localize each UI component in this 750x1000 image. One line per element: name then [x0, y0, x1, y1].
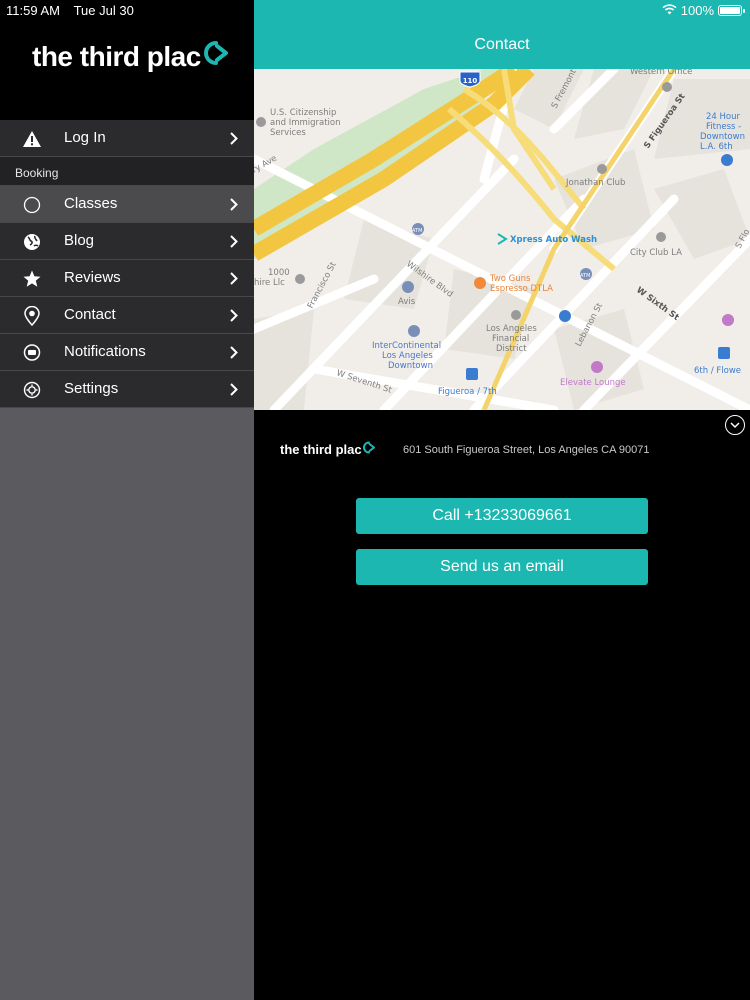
battery-percent: 100% — [680, 3, 714, 18]
sidebar: the third plac Log In Booking Classes Bl… — [0, 0, 254, 1000]
warning-icon — [22, 129, 42, 149]
svg-text:6th / Flowe: 6th / Flowe — [694, 366, 741, 376]
svg-text:110: 110 — [463, 77, 478, 85]
collapse-button[interactable] — [725, 415, 745, 435]
svg-text:Elevate Lounge: Elevate Lounge — [560, 378, 626, 388]
svg-text:hire Llc: hire Llc — [254, 278, 285, 288]
contact-address: 601 South Figueroa Street, Los Angeles C… — [403, 444, 650, 456]
sidebar-item-label: Contact — [64, 306, 116, 323]
svg-text:ATM: ATM — [580, 273, 590, 279]
chevron-down-icon — [730, 416, 740, 434]
email-button[interactable]: Send us an email — [356, 549, 648, 585]
sidebar-item-label: Blog — [64, 232, 95, 249]
status-date: Tue Jul 30 — [73, 3, 134, 18]
battery-level — [720, 7, 740, 14]
chevron-right-icon — [230, 309, 238, 327]
globe-icon — [22, 232, 42, 252]
svg-text:Avis: Avis — [398, 297, 416, 307]
status-right: 100% — [662, 3, 745, 18]
brand-logo-text: the third plac — [32, 40, 201, 72]
chevron-right-icon — [230, 132, 238, 150]
battery-icon — [718, 5, 745, 16]
main-content: Contact 110 U.S. Citizenship and Immigra… — [254, 0, 750, 1000]
svg-text:Services: Services — [270, 128, 306, 138]
contact-logo-text: the third plac — [280, 441, 362, 457]
svg-text:U.S. Citizenship: U.S. Citizenship — [270, 108, 336, 118]
svg-text:Downtown: Downtown — [388, 361, 433, 371]
sidebar-item-notifications[interactable]: Notifications — [0, 334, 254, 371]
svg-text:Los Angeles: Los Angeles — [486, 324, 537, 334]
chevron-right-icon — [230, 198, 238, 216]
chevron-right-icon — [230, 272, 238, 290]
svg-text:24 Hour: 24 Hour — [706, 112, 740, 122]
chat-bubble-icon — [22, 343, 42, 363]
svg-text:InterContinental: InterContinental — [372, 341, 441, 351]
svg-text:1000: 1000 — [268, 268, 290, 278]
sidebar-item-label: Log In — [64, 129, 106, 146]
contact-panel: the third plac 601 South Figueroa Street… — [254, 410, 750, 1000]
svg-text:ATM: ATM — [412, 228, 422, 234]
svg-text:Espresso DTLA: Espresso DTLA — [490, 284, 553, 294]
brand-logo-mark-icon — [202, 40, 230, 73]
sidebar-item-label: Reviews — [64, 269, 121, 286]
circle-icon — [22, 195, 42, 215]
svg-text:Western Office: Western Office — [630, 69, 692, 77]
map-view[interactable]: 110 U.S. Citizenship and Immigration Ser… — [254, 69, 750, 410]
svg-text:L.A. 6th: L.A. 6th — [700, 142, 733, 152]
svg-text:District: District — [496, 344, 527, 354]
contact-logo: the third plac — [280, 441, 376, 457]
svg-text:Fitness -: Fitness - — [706, 122, 741, 132]
sidebar-item-blog[interactable]: Blog — [0, 223, 254, 260]
section-label-booking: Booking — [0, 157, 254, 186]
call-button[interactable]: Call +13233069661 — [356, 498, 648, 534]
map-canvas[interactable]: 110 U.S. Citizenship and Immigration Ser… — [254, 69, 750, 410]
svg-text:Figueroa / 7th: Figueroa / 7th — [438, 387, 497, 397]
brand-logo-mark-icon — [362, 441, 376, 457]
svg-text:Xpress Auto Wash: Xpress Auto Wash — [510, 235, 597, 245]
star-icon — [22, 269, 42, 289]
page-title: Contact — [474, 36, 530, 53]
svg-text:Jonathan Club: Jonathan Club — [565, 178, 625, 188]
sidebar-item-reviews[interactable]: Reviews — [0, 260, 254, 297]
status-bar: 11:59 AM Tue Jul 30 100% — [0, 0, 750, 20]
gear-icon — [22, 380, 42, 400]
svg-text:Downtown: Downtown — [700, 132, 745, 142]
sidebar-item-settings[interactable]: Settings — [0, 371, 254, 408]
svg-text:Financial: Financial — [492, 334, 529, 344]
svg-text:Two Guns: Two Guns — [489, 274, 531, 284]
status-time: 11:59 AM — [6, 3, 60, 18]
chevron-right-icon — [230, 383, 238, 401]
sidebar-item-classes[interactable]: Classes — [0, 186, 254, 223]
svg-text:and Immigration: and Immigration — [270, 118, 341, 128]
status-left: 11:59 AM Tue Jul 30 — [6, 3, 134, 18]
location-pin-icon — [22, 306, 42, 326]
svg-text:Los Angeles: Los Angeles — [382, 351, 433, 361]
chevron-right-icon — [230, 346, 238, 364]
sidebar-menu: Log In Booking Classes Blog Reviews Cont… — [0, 120, 254, 408]
sidebar-item-label: Settings — [64, 380, 119, 397]
sidebar-item-log-in[interactable]: Log In — [0, 120, 254, 157]
highway-shield-icon: 110 — [459, 71, 481, 88]
svg-text:City Club LA: City Club LA — [630, 248, 682, 258]
sidebar-item-contact[interactable]: Contact — [0, 297, 254, 334]
brand-logo: the third plac — [32, 40, 230, 73]
sidebar-item-label: Classes — [64, 195, 118, 212]
chevron-right-icon — [230, 235, 238, 253]
wifi-icon — [662, 3, 677, 18]
sidebar-item-label: Notifications — [64, 343, 146, 360]
